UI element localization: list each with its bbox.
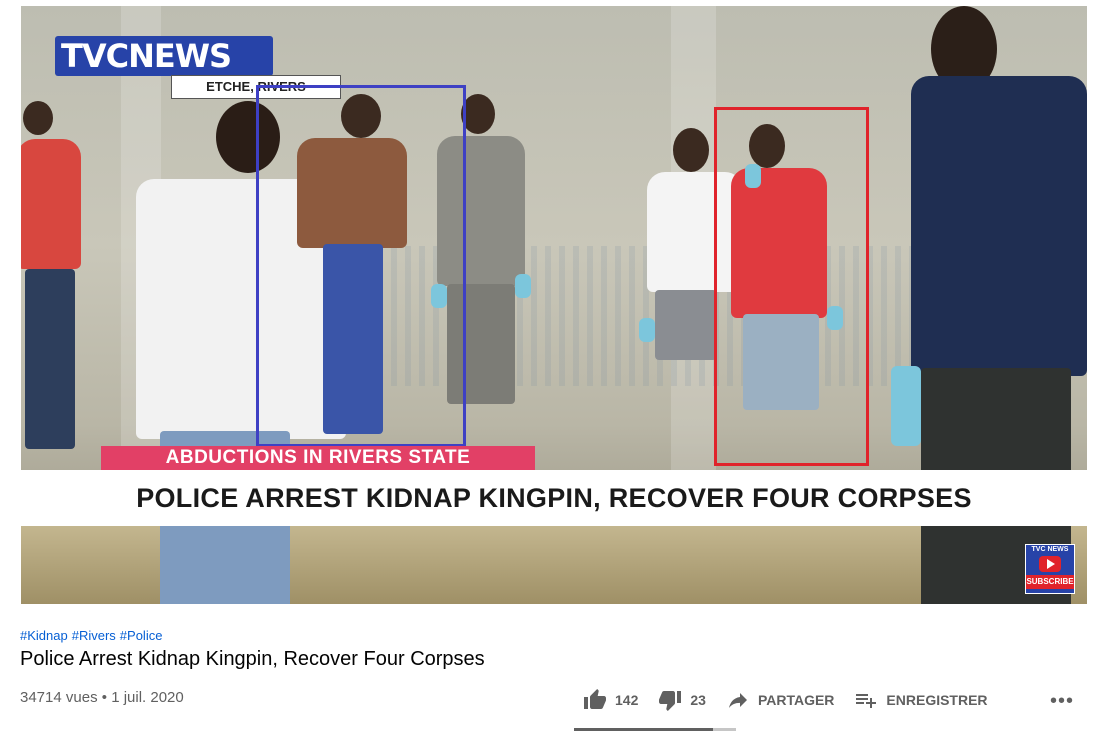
like-count: 142 [615,692,639,708]
video-meta: 34714 vues • 1 juil. 2020 [20,689,184,706]
share-button[interactable]: PARTAGER [726,688,834,712]
tag-banner: ABDUCTIONS IN RIVERS STATE [101,446,535,470]
more-icon[interactable]: ••• [1050,690,1074,713]
save-button[interactable]: ENREGISTRER [854,688,988,712]
hashtag-link[interactable]: #Police [120,628,163,643]
dislike-count: 23 [690,692,706,708]
thumb-up-icon [584,689,606,709]
play-icon [1039,556,1061,572]
upload-date: 1 juil. 2020 [111,689,184,706]
playlist-add-icon [856,694,877,708]
hashtags: #Kidnap #Rivers #Police [20,628,166,643]
thumb-down-icon [659,691,682,711]
like-ratio-fill [574,728,714,731]
video-title: Police Arrest Kidnap Kingpin, Recover Fo… [20,648,485,670]
subscribe-badge[interactable]: TVC NEWS SUBSCRIBE [1025,544,1075,594]
save-label: ENREGISTRER [886,692,988,708]
video-player[interactable]: TVCNEWS ETCHE, RIVERS ABDUCTIONS IN RIVE… [21,6,1087,604]
share-label: PARTAGER [757,692,835,708]
hashtag-link[interactable]: #Kidnap [20,628,68,643]
highlight-box-blue [256,85,466,447]
like-button[interactable]: 142 [583,688,638,712]
subscribe-badge-top: TVC NEWS [1031,546,1069,553]
dislike-button[interactable]: 23 [658,688,706,712]
action-bar: 142 23 PARTAGER ENREGISTRER [583,688,1008,712]
share-icon [728,693,747,708]
hashtag-link[interactable]: #Rivers [72,628,116,643]
view-count: 34714 vues [20,689,98,706]
tvc-news-logo: TVCNEWS [55,36,273,76]
headline-text: POLICE ARREST KIDNAP KINGPIN, RECOVER FO… [136,482,972,513]
subscribe-badge-bottom: SUBSCRIBE [1026,575,1074,589]
headline-bar: POLICE ARREST KIDNAP KINGPIN, RECOVER FO… [21,470,1087,526]
highlight-box-red [714,107,869,466]
logo-text: TVCNEWS [61,37,232,75]
like-ratio-bar [574,728,736,731]
meta-separator: • [101,689,108,706]
